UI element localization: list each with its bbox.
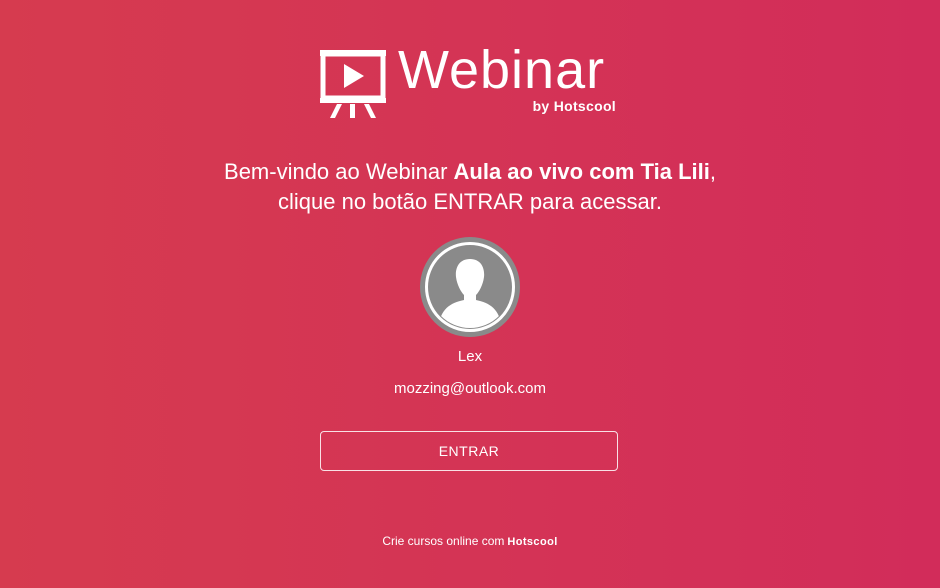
footer: Crie cursos online com Hotscool	[0, 533, 940, 550]
user-email: mozzing@outlook.com	[394, 380, 546, 397]
webinar-logo: Webinar by Hotscool	[320, 40, 620, 120]
welcome-suffix: ,	[709, 159, 716, 184]
welcome-message: Bem-vindo ao Webinar Aula ao vivo com Ti…	[0, 157, 940, 217]
user-name: Lex	[457, 348, 483, 365]
user-avatar-icon	[420, 237, 520, 337]
footer-brand-link[interactable]: Hotscool	[507, 536, 557, 548]
presentation-screen-play-icon	[320, 50, 386, 118]
event-name: Aula ao vivo com Tia Lili	[453, 159, 710, 184]
welcome-prefix: Bem-vindo ao Webinar	[224, 159, 454, 184]
logo-subtitle: by Hotscool	[532, 98, 616, 114]
enter-button[interactable]: ENTRAR	[320, 431, 618, 471]
logo-title: Webinar	[398, 40, 606, 100]
welcome-line-2: clique no botão ENTRAR para acessar.	[278, 189, 662, 214]
footer-text: Crie cursos online com	[382, 534, 505, 548]
welcome-line-1: Bem-vindo ao Webinar Aula ao vivo com Ti…	[0, 157, 940, 187]
